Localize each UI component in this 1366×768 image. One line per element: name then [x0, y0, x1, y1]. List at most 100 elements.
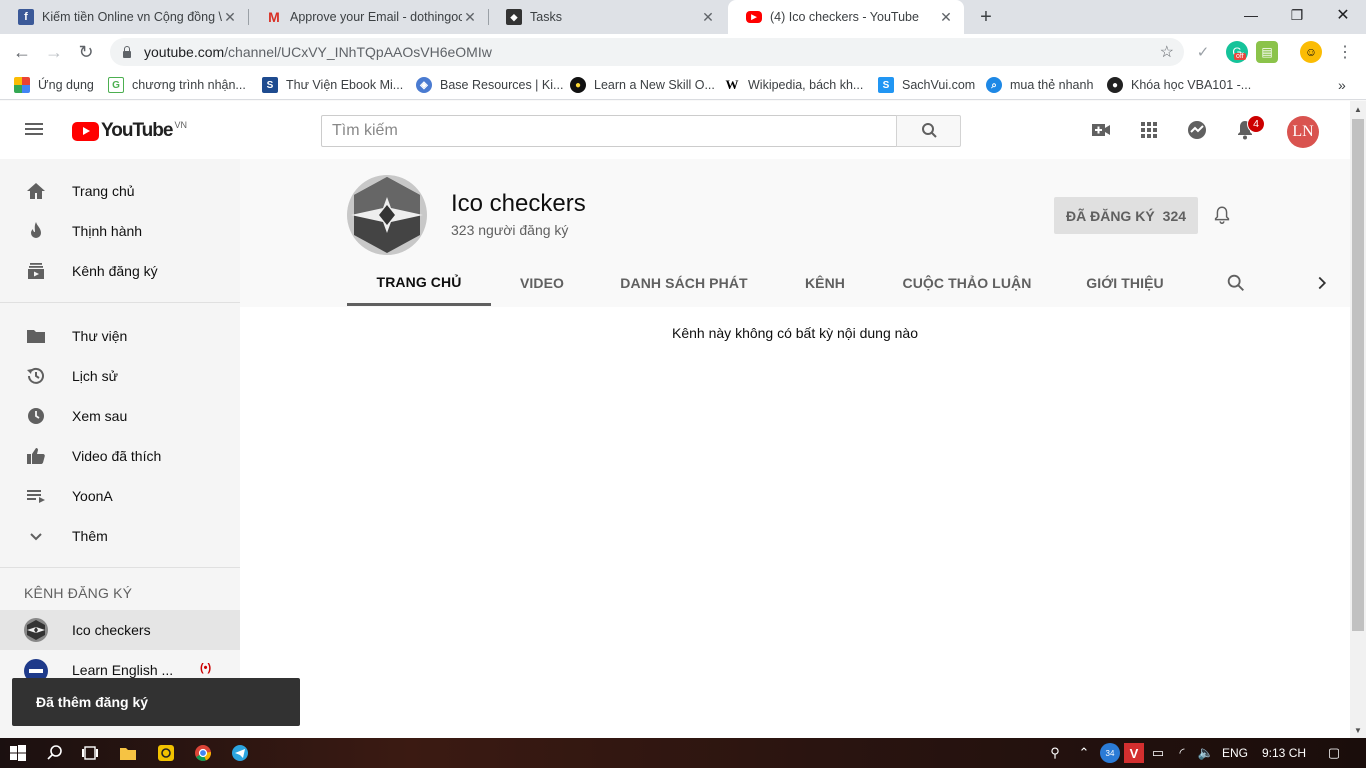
tab-home[interactable]: TRANG CHỦ [347, 260, 491, 306]
forward-button[interactable]: → [40, 38, 68, 66]
subscriptions-icon [28, 263, 44, 279]
minimize-button[interactable]: — [1228, 0, 1274, 30]
taskbar-search-icon[interactable] [45, 743, 65, 763]
browser-toolbar: ← → ↻ youtube.com/channel/UCxVY_INhTQpAA… [0, 34, 1366, 70]
browser-tab-facebook[interactable]: f Kiếm tiền Online vn Cộng đồng \ ✕ [0, 0, 248, 34]
bookmarks-overflow-chevron-icon[interactable]: » [1338, 76, 1346, 94]
sidebar-item-library[interactable]: Thư viện [0, 316, 240, 356]
channel-search-icon[interactable] [1225, 272, 1247, 294]
trending-icon [31, 222, 41, 238]
sidebar-item-home[interactable]: Trang chủ [0, 171, 240, 211]
channel-content-area: Kênh này không có bất kỳ nội dung nào [240, 307, 1350, 738]
wikipedia-icon: W [724, 77, 740, 93]
chevron-right-icon[interactable] [1311, 272, 1333, 294]
tab-playlists[interactable]: DANH SÁCH PHÁT [609, 260, 759, 306]
tab-discussion[interactable]: CUỘC THẢO LUẬN [895, 260, 1039, 306]
bookmark-item[interactable]: S Thư Viện Ebook Mi... [262, 76, 403, 94]
battery-icon[interactable]: ▭ [1148, 743, 1168, 763]
channel-notification-bell-icon[interactable] [1211, 204, 1233, 226]
close-window-button[interactable]: ✕ [1320, 0, 1366, 30]
sidebar-item-playlist-yoona[interactable]: YoonA [0, 476, 240, 516]
green-extension-icon[interactable]: ▤ [1256, 41, 1278, 63]
bookmark-vba-icon: ● [1107, 77, 1123, 93]
apps-icon[interactable] [1137, 118, 1161, 142]
checkmark-extension-icon[interactable]: ✓ [1192, 41, 1214, 63]
tab-about[interactable]: GIỚI THIỆU [1075, 260, 1175, 306]
input-language[interactable]: ENG [1222, 746, 1248, 760]
search-button[interactable] [896, 115, 961, 147]
task-view-icon[interactable] [80, 743, 100, 763]
restore-button[interactable]: ❐ [1274, 0, 1320, 30]
emoji-extension-icon[interactable]: ☺ [1300, 41, 1322, 63]
browser-tab-youtube[interactable]: ▶ (4) Ico checkers - YouTube ✕ [728, 0, 964, 34]
library-icon [27, 330, 45, 343]
guide-sidebar: Trang chủ Thịnh hành Kênh đăng ký Thư vi… [0, 159, 240, 738]
volume-icon[interactable]: 🔈 [1196, 743, 1216, 763]
sidebar-item-liked-videos[interactable]: Video đã thích [0, 436, 240, 476]
apps-grid-icon [14, 77, 30, 93]
bookmark-item[interactable]: S SachVui.com [878, 76, 975, 94]
account-avatar[interactable]: LN [1287, 116, 1319, 148]
youtube-masthead: YouTube VN Tìm kiếm 4 LN [0, 101, 1350, 159]
thumbs-up-icon [27, 448, 45, 464]
sidebar-item-history[interactable]: Lịch sử [0, 356, 240, 396]
youtube-logo[interactable]: YouTube VN [72, 119, 187, 143]
wifi-icon[interactable]: ◜ [1172, 743, 1192, 763]
sidebar-item-trending[interactable]: Thịnh hành [0, 211, 240, 251]
bookmark-item[interactable]: W Wikipedia, bách kh... [724, 76, 863, 94]
channel-tabs: TRANG CHỦ VIDEO DANH SÁCH PHÁT KÊNH CUỘC… [347, 260, 1350, 308]
page-scrollbar[interactable]: ▲ ▼ [1350, 101, 1366, 738]
tray-v-app-icon[interactable]: V [1124, 743, 1144, 763]
bookmark-s-icon: S [262, 77, 278, 93]
home-icon [27, 183, 45, 199]
taskbar-app-yellow-icon[interactable] [156, 743, 176, 763]
bookmark-item[interactable]: G chương trình nhận... [108, 76, 246, 94]
bookmark-apps[interactable]: Ứng dụng [14, 76, 94, 94]
watch-later-icon [28, 408, 44, 424]
new-tab-button[interactable]: + [973, 5, 999, 29]
create-video-icon[interactable] [1089, 118, 1113, 142]
notification-count-badge: 4 [1247, 115, 1265, 133]
reload-button[interactable]: ↻ [72, 38, 100, 66]
browser-tab-tasks[interactable]: ◆ Tasks ✕ [488, 0, 726, 34]
bookmark-star-icon[interactable]: ☆ [1160, 42, 1174, 62]
sidebar-subscription-ico-checkers[interactable]: Ico checkers [0, 610, 240, 650]
back-button[interactable]: ← [8, 38, 36, 66]
browser-tab-gmail[interactable]: M Approve your Email - dothingoc ✕ [248, 0, 488, 34]
bookmark-gb-icon: G [108, 77, 124, 93]
windows-start-icon[interactable] [8, 743, 28, 763]
action-center-icon[interactable]: ▢ [1324, 743, 1344, 763]
close-tab-icon[interactable]: ✕ [938, 9, 954, 25]
address-bar[interactable]: youtube.com/channel/UCxVY_INhTQpAAOsVH6e… [110, 38, 1184, 66]
grammarly-extension-icon[interactable]: G off [1226, 41, 1248, 63]
scroll-down-arrow-icon[interactable]: ▼ [1350, 722, 1366, 738]
file-explorer-icon[interactable] [118, 743, 138, 763]
guide-menu-icon[interactable] [24, 120, 46, 140]
bookmark-item[interactable]: ⌕ mua thẻ nhanh [986, 76, 1093, 94]
menu-kebab-icon[interactable]: ⋮ [1334, 41, 1356, 63]
scrollbar-thumb[interactable] [1352, 119, 1364, 631]
sidebar-item-watch-later[interactable]: Xem sau [0, 396, 240, 436]
history-icon [27, 367, 44, 384]
bookmark-item[interactable]: ● Learn a New Skill O... [570, 76, 715, 94]
taskbar-clock[interactable]: 9:13 CH [1262, 746, 1306, 760]
tray-app-badge-icon[interactable]: 34 [1100, 743, 1120, 763]
close-tab-icon[interactable]: ✕ [462, 9, 478, 25]
tab-videos[interactable]: VIDEO [497, 260, 587, 306]
tab-channels[interactable]: KÊNH [787, 260, 863, 306]
telegram-taskbar-icon[interactable] [230, 743, 250, 763]
bookmark-item[interactable]: ◈ Base Resources | Ki... [416, 76, 563, 94]
subscribed-button[interactable]: ĐÃ ĐĂNG KÝ 324 [1054, 197, 1198, 234]
sidebar-item-show-more[interactable]: Thêm [0, 516, 240, 556]
close-tab-icon[interactable]: ✕ [700, 9, 716, 25]
people-icon[interactable]: ⚲ [1045, 743, 1065, 763]
youtube-icon: ▶ [746, 11, 762, 23]
messages-icon[interactable] [1185, 118, 1209, 142]
scroll-up-arrow-icon[interactable]: ▲ [1350, 101, 1366, 117]
tray-overflow-chevron-icon[interactable]: ⌃ [1074, 743, 1094, 763]
bookmark-item[interactable]: ● Khóa học VBA101 -... [1107, 76, 1251, 94]
chrome-taskbar-icon[interactable] [193, 743, 213, 763]
search-input[interactable]: Tìm kiếm [321, 115, 897, 147]
close-tab-icon[interactable]: ✕ [222, 9, 238, 25]
sidebar-item-subscriptions[interactable]: Kênh đăng ký [0, 251, 240, 291]
